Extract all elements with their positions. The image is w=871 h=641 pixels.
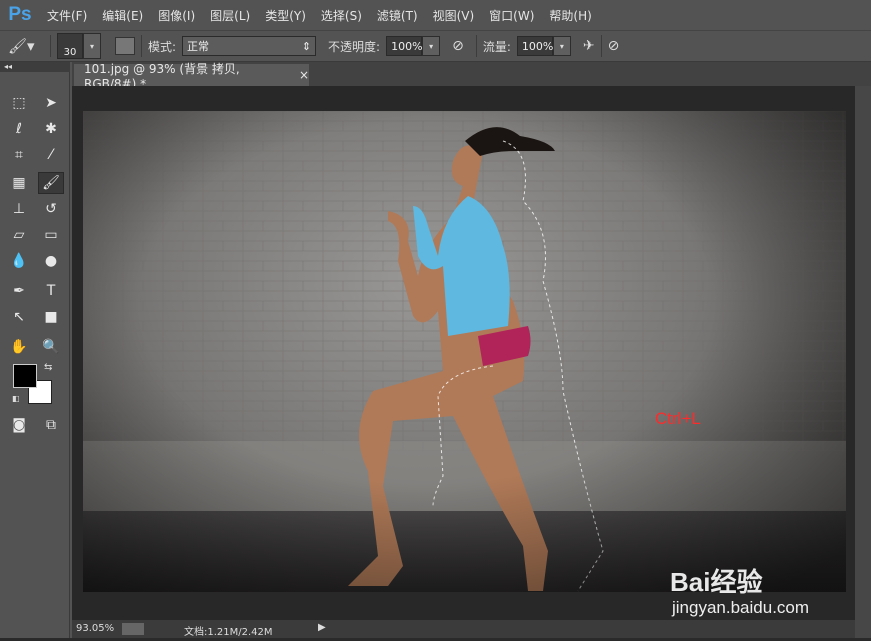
path-select-tool-icon[interactable]: ↖	[8, 306, 30, 328]
type-tool-icon[interactable]: T	[40, 280, 62, 302]
zoom-level[interactable]: 93.05%	[76, 623, 114, 634]
status-preview-icon[interactable]	[122, 623, 144, 635]
pen-tool-icon[interactable]: ✒	[8, 280, 30, 302]
blur-tool-icon[interactable]: 💧	[8, 250, 30, 272]
lasso-tool-icon[interactable]: ℓ	[8, 118, 30, 140]
brush-size: 30	[63, 47, 77, 58]
eyedropper-tool-icon[interactable]: ⁄	[40, 144, 62, 166]
divider	[50, 35, 51, 57]
menu-view[interactable]: 视图(V)	[433, 7, 475, 24]
brush-size-picker[interactable]: 30	[57, 33, 83, 59]
stamp-tool-icon[interactable]: ⊥	[8, 198, 30, 220]
pressure-opacity-icon[interactable]: ⊘	[452, 38, 464, 54]
document-size-info: 文档:1.21M/2.42M	[184, 627, 273, 638]
divider	[141, 35, 142, 57]
move-tool-icon[interactable]: ➤	[40, 92, 62, 114]
opacity-input[interactable]: 100%	[386, 36, 423, 56]
screen-mode-icon[interactable]: ⧉	[40, 414, 62, 436]
runner-photo	[83, 111, 846, 592]
baidu-watermark-logo: Bai经验	[670, 567, 763, 597]
magic-wand-tool-icon[interactable]: ✱	[40, 118, 62, 140]
eraser-tool-icon[interactable]: ▱	[8, 224, 30, 246]
close-tab-icon[interactable]: ×	[299, 68, 309, 82]
menu-edit[interactable]: 编辑(E)	[102, 7, 143, 24]
menu-select[interactable]: 选择(S)	[321, 7, 362, 24]
foreground-color-swatch[interactable]	[13, 364, 37, 388]
mode-value: 正常	[187, 40, 210, 53]
history-brush-tool-icon[interactable]: ↺	[40, 198, 62, 220]
opacity-label: 不透明度:	[328, 39, 381, 54]
collapse-icon[interactable]: ◂◂	[0, 62, 70, 72]
mode-select[interactable]: 正常 ⇕	[182, 36, 317, 56]
healing-tool-icon[interactable]: ▦	[8, 172, 30, 194]
brush-panel-toggle-icon[interactable]	[115, 37, 135, 55]
default-colors-icon[interactable]: ◧	[12, 394, 20, 403]
vignette	[83, 111, 846, 592]
shape-tool-icon[interactable]: ■	[40, 306, 62, 328]
divider	[600, 35, 602, 57]
tools-panel: ◂◂ ⬚ ➤ ℓ ✱ ⌗ ⁄ ▦ 🖌 ⊥ ↺ ▱ ▭ 💧 ● ✒ T ↖ ■ ✋…	[0, 62, 70, 641]
marquee-tool-icon[interactable]: ⬚	[8, 92, 30, 114]
swap-colors-icon[interactable]: ⇆	[44, 362, 52, 373]
status-menu-arrow-icon[interactable]: ▶	[318, 622, 326, 633]
airbrush-icon[interactable]: ✈	[583, 38, 595, 54]
zoom-tool-icon[interactable]: 🔍	[40, 336, 62, 358]
menu-filter[interactable]: 滤镜(T)	[377, 7, 418, 24]
options-bar: 🖌▾ 30 ▾ 模式: 正常 ⇕ 不透明度: 100% ▾ ⊘ 流量: 100% …	[0, 30, 871, 62]
vertical-scrollbar[interactable]	[855, 86, 871, 641]
gradient-tool-icon[interactable]: ▭	[40, 224, 62, 246]
menu-type[interactable]: 类型(Y)	[265, 7, 306, 24]
document-image[interactable]: Ctrl+L	[83, 111, 846, 592]
menu-help[interactable]: 帮助(H)	[549, 7, 591, 24]
menu-layer[interactable]: 图层(L)	[210, 7, 250, 24]
menu-window[interactable]: 窗口(W)	[489, 7, 534, 24]
document-tab-bar: 101.jpg @ 93% (背景 拷贝, RGB/8#) * ×	[72, 62, 871, 91]
dodge-tool-icon[interactable]: ●	[40, 250, 62, 272]
flow-dropdown[interactable]: ▾	[552, 36, 571, 56]
updown-icon: ⇕	[301, 39, 312, 53]
menu-bar: Ps 文件(F) 编辑(E) 图像(I) 图层(L) 类型(Y) 选择(S) 滤…	[0, 0, 871, 30]
brush-picker-dropdown[interactable]: ▾	[83, 33, 101, 59]
hand-tool-icon[interactable]: ✋	[8, 336, 30, 358]
canvas-area[interactable]: Ctrl+L Bai经验 jingyan.baidu.com	[72, 86, 855, 620]
document-tab[interactable]: 101.jpg @ 93% (背景 拷贝, RGB/8#) * ×	[74, 62, 309, 91]
brush-tool-icon[interactable]: 🖌	[38, 172, 64, 194]
status-bar: 93.05% 文档:1.21M/2.42M ▶	[72, 620, 855, 638]
watermark-url: jingyan.baidu.com	[672, 598, 810, 617]
mode-label: 模式:	[148, 39, 177, 54]
flow-label: 流量:	[482, 39, 511, 54]
crop-tool-icon[interactable]: ⌗	[8, 144, 30, 166]
flow-input[interactable]: 100%	[516, 36, 553, 56]
photoshop-logo: Ps	[8, 4, 32, 25]
annotation-text: Ctrl+L	[655, 409, 701, 428]
brush-tool-preset-icon[interactable]: 🖌▾	[8, 37, 44, 55]
menu-file[interactable]: 文件(F)	[47, 7, 87, 24]
menu-image[interactable]: 图像(I)	[158, 7, 195, 24]
quick-mask-icon[interactable]: ◙	[8, 414, 30, 436]
divider	[475, 35, 477, 57]
pressure-size-icon[interactable]: ⊘	[608, 38, 620, 54]
opacity-dropdown[interactable]: ▾	[422, 36, 441, 56]
